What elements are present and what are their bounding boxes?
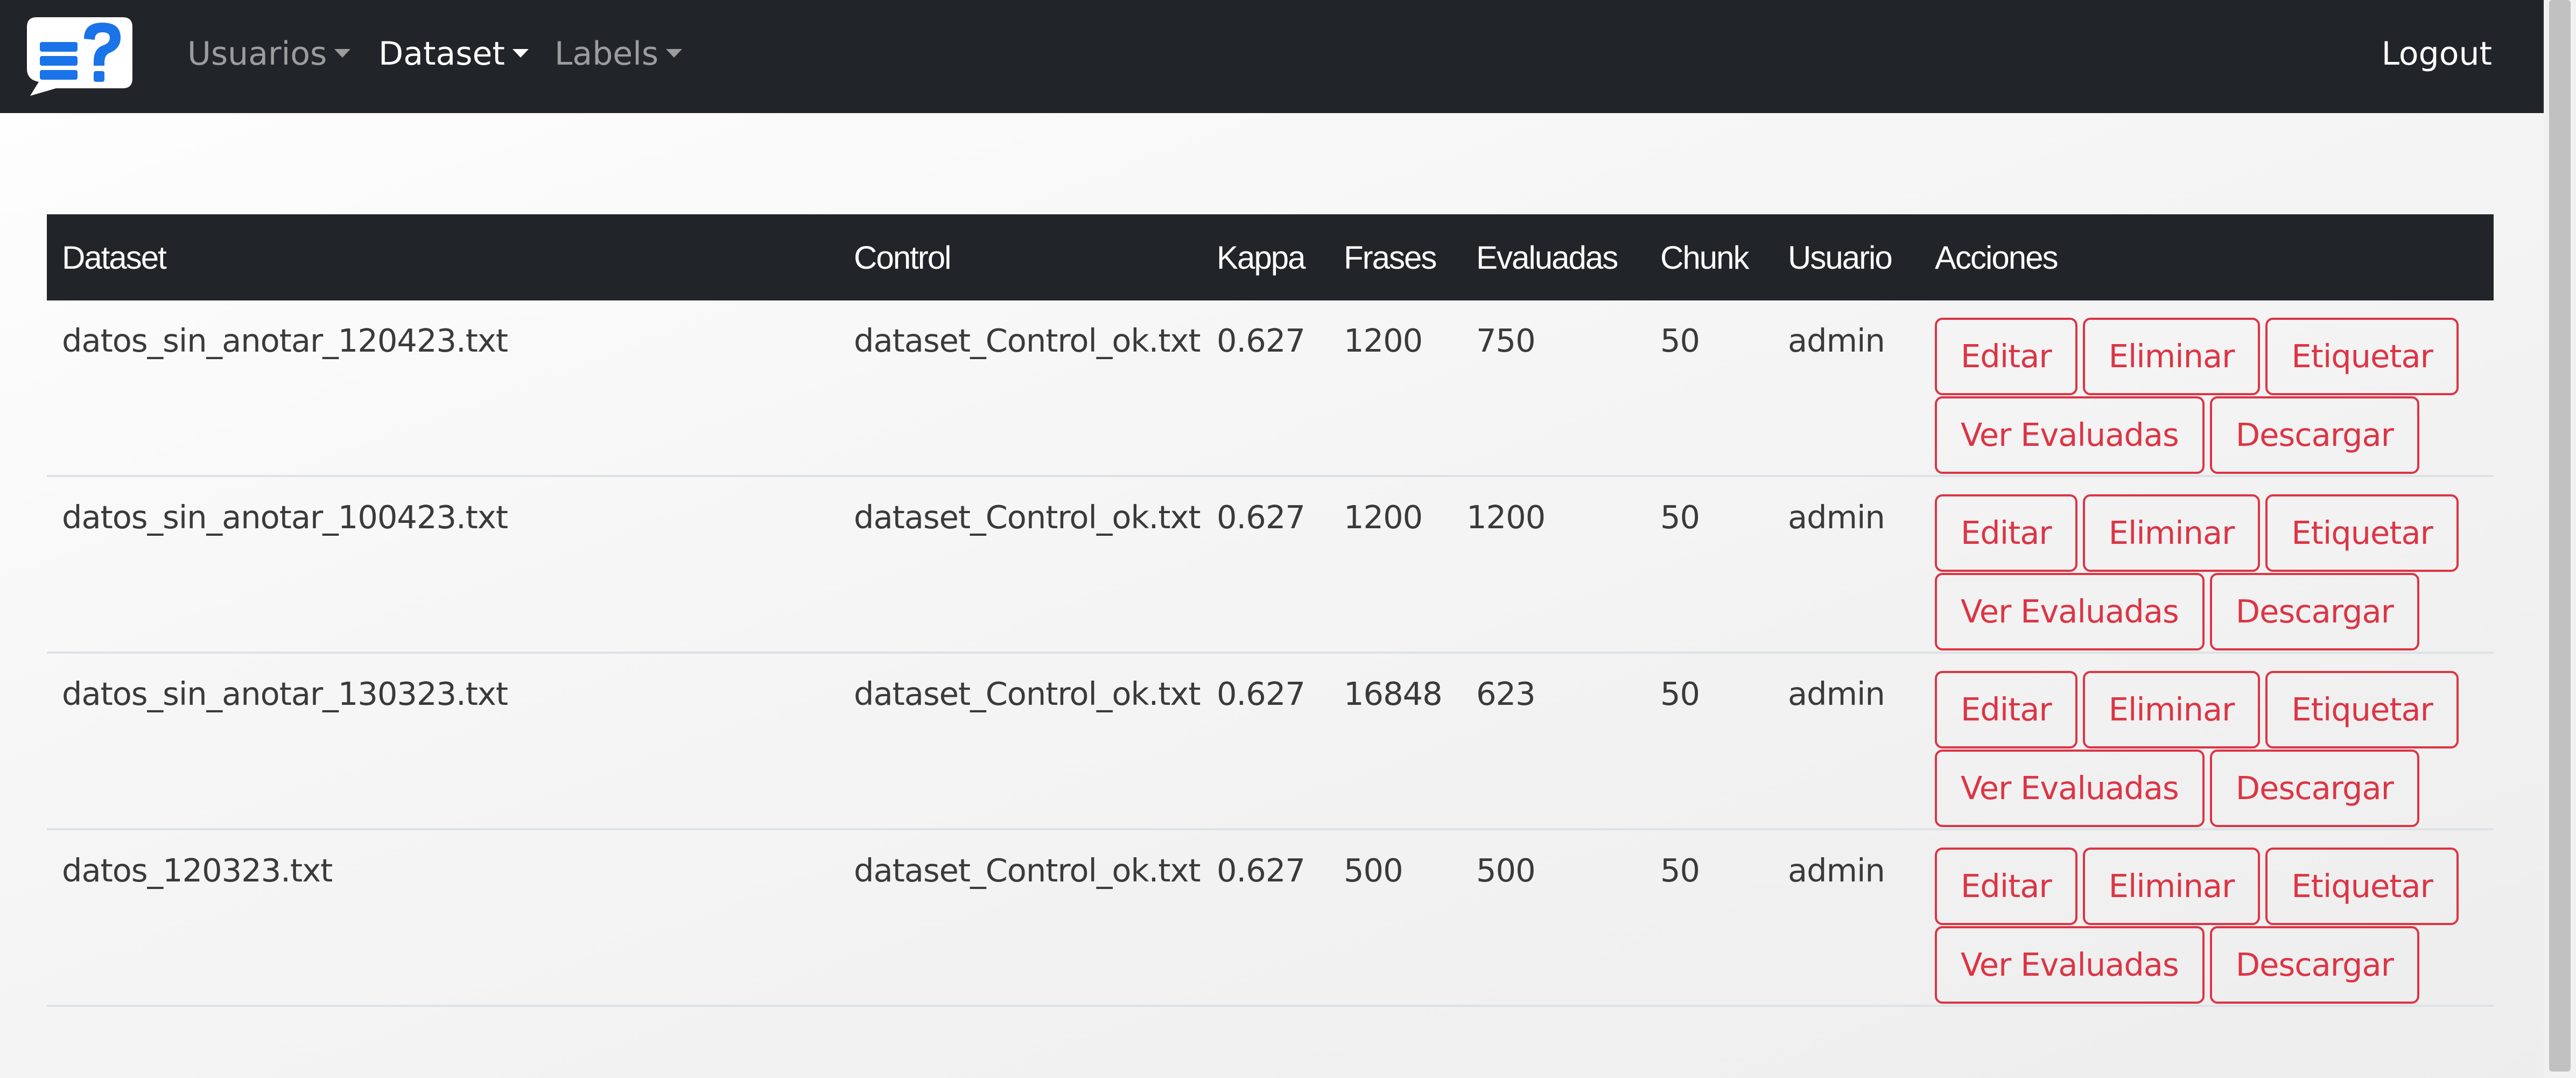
nav-labels-label: Labels <box>554 35 659 73</box>
col-header-usuario: Usuario <box>1773 214 1920 300</box>
col-header-acciones: Acciones <box>1920 214 2494 300</box>
cell-usuario: admin <box>1773 653 1920 830</box>
descargar-button[interactable]: Descargar <box>2209 750 2419 827</box>
cell-kappa: 0.627 <box>1202 476 1329 654</box>
cell-chunk: 50 <box>1645 829 1773 1007</box>
cell-evaluadas: 750 <box>1461 300 1645 477</box>
cell-acciones: Editar Eliminar Etiquetar Ver Evaluadas Desc… <box>1920 476 2494 654</box>
col-header-chunk: Chunk <box>1645 214 1773 300</box>
descargar-button[interactable]: Descargar <box>2209 926 2419 1004</box>
cell-kappa: 0.627 <box>1202 829 1329 1007</box>
cell-dataset: datos_sin_anotar_120423.txt <box>47 300 839 477</box>
table-row: datos_120323.txt dataset_Control_ok.txt … <box>47 829 2494 1007</box>
cell-chunk: 50 <box>1645 300 1773 477</box>
cell-acciones: Editar Eliminar Etiquetar Ver Evaluadas Desc… <box>1920 653 2494 830</box>
cell-usuario: admin <box>1773 829 1920 1007</box>
etiquetar-button[interactable]: Etiquetar <box>2265 318 2459 395</box>
caret-down-icon <box>666 49 683 58</box>
cell-chunk: 50 <box>1645 476 1773 654</box>
col-header-kappa: Kappa <box>1202 214 1329 300</box>
ver-evaluadas-button[interactable]: Ver Evaluadas <box>1935 750 2205 827</box>
cell-frases: 1200 <box>1329 476 1461 654</box>
col-header-dataset: Dataset <box>47 214 839 300</box>
ver-evaluadas-button[interactable]: Ver Evaluadas <box>1935 396 2205 474</box>
cell-frases: 1200 <box>1329 300 1461 477</box>
etiquetar-button[interactable]: Etiquetar <box>2265 671 2459 748</box>
cell-dataset: datos_sin_anotar_100423.txt <box>47 476 839 654</box>
eliminar-button[interactable]: Eliminar <box>2082 318 2261 395</box>
editar-button[interactable]: Editar <box>1935 494 2077 572</box>
cell-control: dataset_Control_ok.txt <box>839 829 1202 1007</box>
cell-kappa: 0.627 <box>1202 300 1329 477</box>
cell-chunk: 50 <box>1645 653 1773 830</box>
ver-evaluadas-button[interactable]: Ver Evaluadas <box>1935 926 2205 1004</box>
table-row: datos_sin_anotar_120423.txt dataset_Cont… <box>47 300 2494 477</box>
table-row: datos_sin_anotar_100423.txt dataset_Cont… <box>47 476 2494 654</box>
nav-dataset-label: Dataset <box>378 35 505 73</box>
top-navbar: Usuarios Dataset Labels Logout <box>0 0 2544 113</box>
cell-evaluadas: 500 <box>1461 829 1645 1007</box>
nav-usuarios-label: Usuarios <box>187 35 327 73</box>
nav-dropdown-usuarios[interactable]: Usuarios <box>187 32 351 75</box>
datasets-table: Dataset Control Kappa Frases Evaluadas C… <box>47 214 2494 1007</box>
editar-button[interactable]: Editar <box>1935 318 2077 395</box>
caret-down-icon <box>334 49 351 58</box>
cell-usuario: admin <box>1773 300 1920 477</box>
cell-acciones: Editar Eliminar Etiquetar Ver Evaluadas Desc… <box>1920 829 2494 1007</box>
caret-down-icon <box>512 49 529 58</box>
eliminar-button[interactable]: Eliminar <box>2082 494 2261 572</box>
cell-control: dataset_Control_ok.txt <box>839 476 1202 654</box>
col-header-frases: Frases <box>1329 214 1461 300</box>
editar-button[interactable]: Editar <box>1935 671 2077 748</box>
brand-logo-icon[interactable] <box>25 15 135 96</box>
col-header-control: Control <box>839 214 1202 300</box>
cell-kappa: 0.627 <box>1202 653 1329 830</box>
ver-evaluadas-button[interactable]: Ver Evaluadas <box>1935 573 2205 650</box>
editar-button[interactable]: Editar <box>1935 848 2077 925</box>
table-header-row: Dataset Control Kappa Frases Evaluadas C… <box>47 214 2494 300</box>
cell-evaluadas: 623 <box>1461 653 1645 830</box>
col-header-evaluadas: Evaluadas <box>1461 214 1645 300</box>
cell-dataset: datos_120323.txt <box>47 829 839 1007</box>
cell-control: dataset_Control_ok.txt <box>839 653 1202 830</box>
descargar-button[interactable]: Descargar <box>2209 396 2419 474</box>
cell-usuario: admin <box>1773 476 1920 654</box>
cell-evaluadas: 1200 <box>1461 476 1645 654</box>
eliminar-button[interactable]: Eliminar <box>2082 671 2261 748</box>
logout-link[interactable]: Logout <box>2382 32 2492 75</box>
cell-frases: 500 <box>1329 829 1461 1007</box>
nav-dropdown-labels[interactable]: Labels <box>554 32 683 75</box>
cell-control: dataset_Control_ok.txt <box>839 300 1202 477</box>
scrollbar-thumb[interactable] <box>2549 0 2571 1072</box>
cell-acciones: Editar Eliminar Etiquetar Ver Evaluadas Desc… <box>1920 300 2494 477</box>
nav-dropdown-dataset[interactable]: Dataset <box>378 32 529 75</box>
etiquetar-button[interactable]: Etiquetar <box>2265 848 2459 925</box>
etiquetar-button[interactable]: Etiquetar <box>2265 494 2459 572</box>
descargar-button[interactable]: Descargar <box>2209 573 2419 650</box>
eliminar-button[interactable]: Eliminar <box>2082 848 2261 925</box>
table-row: datos_sin_anotar_130323.txt dataset_Cont… <box>47 653 2494 830</box>
cell-dataset: datos_sin_anotar_130323.txt <box>47 653 839 830</box>
page-scrollbar[interactable] <box>2544 0 2576 1078</box>
cell-frases: 16848 <box>1329 653 1461 830</box>
